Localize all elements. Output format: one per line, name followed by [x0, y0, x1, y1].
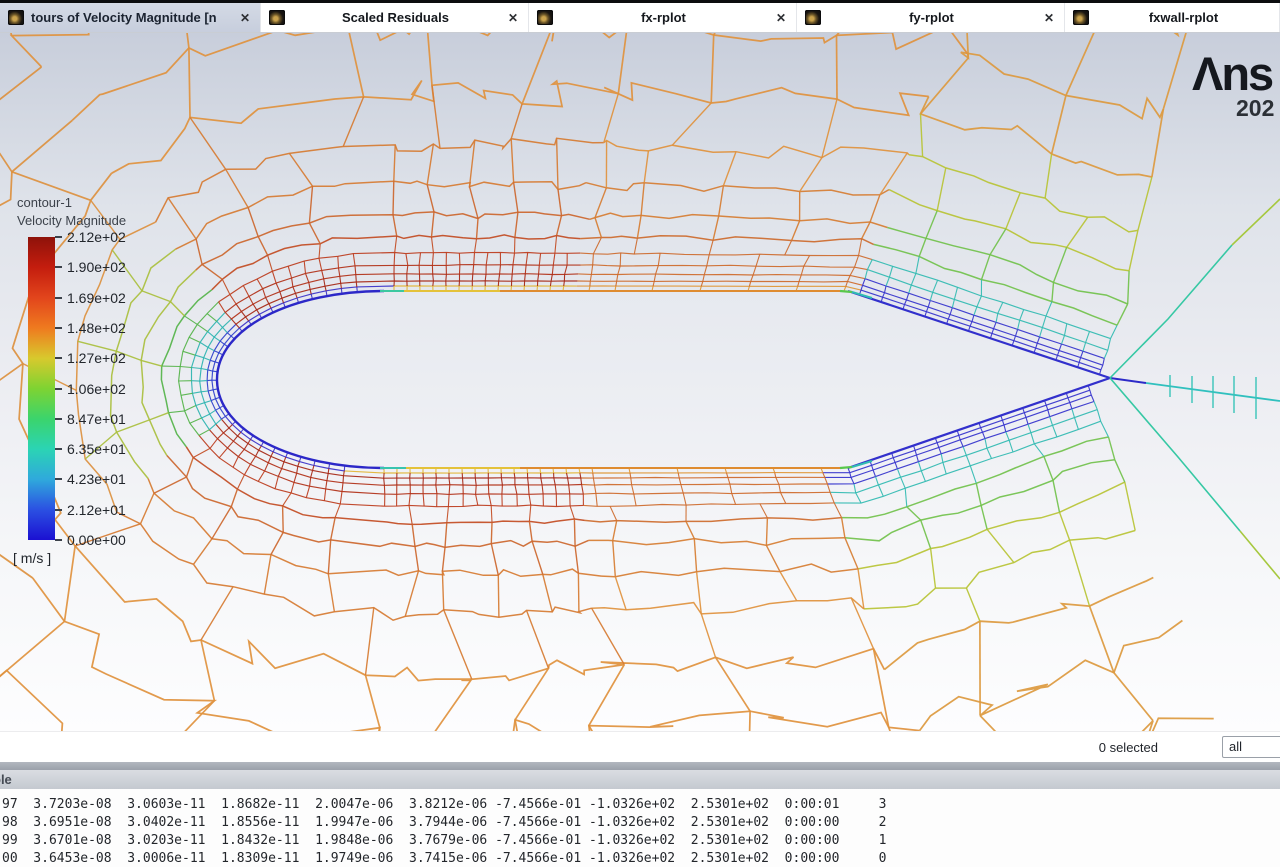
- ansys-logo: Λns 202: [1192, 47, 1280, 121]
- tab-label: Scaled Residuals: [341, 10, 449, 25]
- plot-thumbnail-icon: [269, 10, 285, 25]
- close-tab-icon[interactable]: ✕: [1042, 11, 1056, 25]
- console-row: 98 3.6951e-08 3.0402e-11 1.8556e-11 1.99…: [2, 815, 887, 830]
- console-splitter-handle[interactable]: [0, 762, 1280, 770]
- plot-thumbnail-icon: [537, 10, 553, 25]
- tab-contours-velocity-magnitude[interactable]: tours of Velocity Magnitude [n ✕: [0, 3, 261, 32]
- tab-fy-rplot[interactable]: fy-rplot ✕: [797, 3, 1065, 32]
- ansys-version-year: 202: [1236, 95, 1275, 121]
- tab-fxwall-rplot[interactable]: fxwall-rplot: [1065, 3, 1280, 32]
- selection-filter-dropdown[interactable]: all: [1222, 736, 1280, 758]
- plot-thumbnail-icon: [8, 10, 24, 25]
- selected-count-label: 0 selected: [1098, 740, 1158, 755]
- console-row: 99 3.6701e-08 3.0203e-11 1.8432e-11 1.98…: [2, 833, 887, 848]
- ansys-brand-text: Λns: [1192, 47, 1274, 100]
- selection-status-bar: 0 selected all: [0, 731, 1280, 762]
- close-tab-icon[interactable]: ✕: [774, 11, 788, 25]
- tab-label: tours of Velocity Magnitude [n: [31, 10, 217, 25]
- plot-thumbnail-icon: [1073, 10, 1089, 25]
- graphics-tab-bar: tours of Velocity Magnitude [n ✕ Scaled …: [0, 3, 1280, 33]
- fluent-app-window: { "tabs": [ {"label": "tours of Velocity…: [0, 0, 1280, 867]
- tab-scaled-residuals[interactable]: Scaled Residuals ✕: [261, 3, 529, 32]
- close-tab-icon[interactable]: ✕: [506, 11, 520, 25]
- plot-thumbnail-icon: [805, 10, 821, 25]
- close-tab-icon[interactable]: ✕: [238, 11, 252, 25]
- console-row: 97 3.7203e-08 3.0603e-11 1.8682e-11 2.00…: [2, 797, 887, 812]
- tab-label: fxwall-rplot: [1148, 10, 1219, 25]
- tab-label: fy-rplot: [909, 10, 954, 25]
- tab-label: fx-rplot: [641, 10, 686, 25]
- console-output[interactable]: 97 3.7203e-08 3.0603e-11 1.8682e-11 2.00…: [0, 789, 1280, 867]
- graphics-canvas[interactable]: contour-1 Velocity Magnitude 2.12e+02 1.9…: [0, 33, 1280, 731]
- console-header-label: ole: [0, 772, 12, 787]
- console-header[interactable]: ole: [0, 770, 1280, 789]
- mesh-contour-viewport[interactable]: [0, 33, 1280, 731]
- tab-fx-rplot[interactable]: fx-rplot ✕: [529, 3, 797, 32]
- console-row: 00 3.6453e-08 3.0006e-11 1.8309e-11 1.97…: [2, 851, 887, 866]
